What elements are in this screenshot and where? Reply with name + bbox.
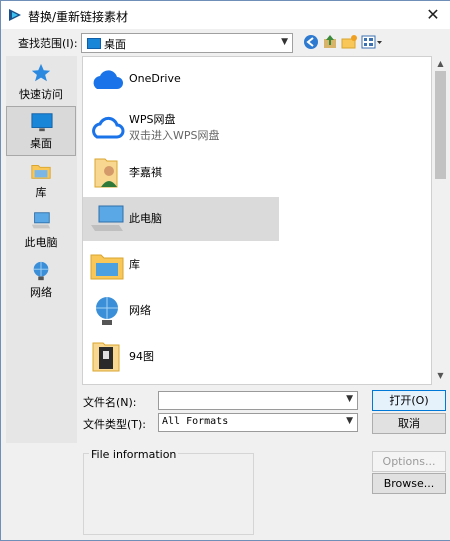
open-button[interactable]: 打开(O) — [372, 390, 446, 411]
cloud-icon — [93, 70, 123, 89]
filetype-label: 文件类型(T): — [83, 418, 147, 431]
list-item-94tu[interactable]: 94图 — [83, 335, 279, 379]
place-quick-access[interactable]: 快速访问 — [6, 58, 76, 106]
place-library[interactable]: 库 — [6, 156, 76, 204]
file-information-label: File information — [89, 448, 179, 461]
computer-icon — [91, 205, 124, 231]
place-desktop[interactable]: 桌面 — [6, 106, 76, 156]
place-network[interactable]: 网络 — [6, 256, 76, 304]
star-icon — [31, 63, 51, 82]
dialog-window: 替换/重新链接素材 ✕ 查找范围(I): 桌面 ▼ 快速访问 桌面 库 此电脑 … — [0, 0, 450, 541]
place-label: 此电脑 — [24, 236, 58, 249]
lookin-value: 桌面 — [104, 38, 126, 51]
library-icon — [31, 165, 51, 179]
scroll-down-icon[interactable]: ▼ — [433, 368, 448, 383]
filename-field[interactable]: ▼ — [158, 391, 358, 410]
view-menu-icon[interactable] — [361, 34, 383, 50]
window-title: 替换/重新链接素材 — [28, 10, 129, 24]
cancel-button[interactable]: 取消 — [372, 413, 446, 434]
list-item-this-pc[interactable]: 此电脑 — [83, 197, 279, 241]
browse-button[interactable]: Browse... — [372, 473, 446, 494]
up-folder-icon[interactable] — [322, 34, 338, 50]
list-item-network[interactable]: 网络 — [83, 289, 279, 333]
filename-label: 文件名(N): — [83, 396, 137, 409]
user-folder-icon — [94, 158, 118, 188]
item-name: 李嘉祺 — [129, 166, 162, 179]
file-information-panel — [83, 453, 254, 535]
lookin-label: 查找范围(I): — [18, 37, 78, 50]
network-icon — [96, 297, 118, 325]
places-bar: 快速访问 桌面 库 此电脑 网络 — [6, 56, 77, 443]
cloud-outline-icon — [92, 116, 125, 139]
chevron-down-icon: ▼ — [281, 37, 288, 47]
filetype-dropdown[interactable]: All Formats ▼ — [158, 413, 358, 432]
back-icon[interactable] — [303, 34, 319, 50]
desktop-icon — [87, 38, 101, 49]
list-item-user[interactable]: 李嘉祺 — [83, 151, 279, 195]
close-button[interactable]: ✕ — [422, 4, 444, 26]
item-name: WPS网盘 — [129, 113, 176, 126]
item-subtitle: 双击进入WPS网盘 — [129, 129, 220, 142]
new-folder-icon[interactable] — [341, 34, 357, 50]
place-label: 桌面 — [30, 137, 52, 150]
list-item-wps-drive[interactable]: WPS网盘 双击进入WPS网盘 — [83, 105, 279, 149]
title-bar: 替换/重新链接素材 ✕ — [1, 1, 450, 29]
options-button[interactable]: Options... — [372, 451, 446, 472]
computer-icon — [31, 212, 51, 229]
place-label: 库 — [35, 186, 47, 199]
app-icon — [9, 9, 21, 21]
lookin-dropdown[interactable]: 桌面 ▼ — [81, 33, 293, 53]
network-icon — [33, 261, 49, 281]
vertical-scrollbar[interactable]: ▲ ▼ — [433, 56, 448, 383]
place-label: 网络 — [30, 286, 52, 299]
list-item-onedrive[interactable]: OneDrive — [83, 59, 279, 103]
file-list[interactable]: OneDrive WPS网盘 双击进入WPS网盘 李嘉祺 此电脑 库 网络 94… — [82, 56, 432, 385]
scroll-up-icon[interactable]: ▲ — [433, 56, 448, 71]
item-name: 94图 — [129, 350, 154, 363]
image-folder-icon — [92, 342, 120, 372]
place-label: 快速访问 — [19, 88, 63, 101]
library-icon — [90, 254, 124, 280]
chevron-down-icon[interactable]: ▼ — [346, 394, 353, 404]
chevron-down-icon: ▼ — [346, 416, 353, 426]
list-item-library[interactable]: 库 — [83, 243, 279, 287]
item-name: 此电脑 — [129, 212, 162, 225]
place-this-pc[interactable]: 此电脑 — [6, 206, 76, 254]
scroll-thumb[interactable] — [435, 71, 446, 179]
filetype-value: All Formats — [162, 416, 229, 427]
item-name: 网络 — [129, 304, 151, 317]
item-name: 库 — [129, 258, 140, 271]
item-name: OneDrive — [129, 72, 181, 85]
desktop-icon — [31, 113, 53, 132]
